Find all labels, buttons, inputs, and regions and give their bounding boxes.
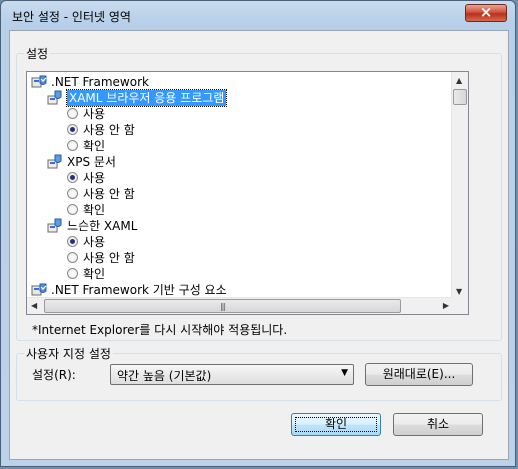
scroll-grip-icon: ||| <box>219 302 226 311</box>
focus-rectangle <box>295 417 377 432</box>
vertical-scrollbar[interactable]: ▲ ▼ <box>451 72 468 299</box>
option-label: 사용 안 함 <box>83 187 135 201</box>
close-icon: × <box>479 3 493 21</box>
radio-unchecked-icon[interactable] <box>67 268 78 279</box>
option-label: 사용 <box>83 107 106 121</box>
chevron-down-icon: ▼ <box>341 368 348 378</box>
radio-checked-icon[interactable] <box>67 172 78 183</box>
restart-note: *Internet Explorer를 다시 시작해야 적용됩니다. <box>32 323 288 337</box>
scroll-up-arrow-icon[interactable]: ▲ <box>456 76 462 85</box>
level-combo-label: 설정(R): <box>32 368 76 382</box>
scroll-left-arrow-icon[interactable]: ◀ <box>31 301 37 310</box>
security-level-value: 약간 높음 (기본값) <box>117 369 212 383</box>
radio-unchecked-icon[interactable] <box>67 140 78 151</box>
security-settings-dialog: 보안 설정 - 인터넷 영역 × 설정 .NET Framework XAML 브… <box>0 0 516 467</box>
dialog-client-area: 설정 .NET Framework XAML 브라우저 응용 프로그램 사용 사용 안… <box>9 30 509 460</box>
horizontal-scroll-thumb[interactable]: ||| <box>44 299 401 313</box>
settings-tree[interactable]: .NET Framework XAML 브라우저 응용 프로그램 사용 사용 안 함확… <box>26 71 469 315</box>
ok-button[interactable]: 확인 <box>291 413 381 436</box>
horizontal-scrollbar[interactable]: ◀ ||| ▶ <box>27 297 453 314</box>
option-label: 사용 <box>83 235 106 249</box>
radio-unchecked-icon[interactable] <box>67 204 78 215</box>
scroll-down-arrow-icon[interactable]: ▼ <box>456 287 462 296</box>
title-bar[interactable]: 보안 설정 - 인터넷 영역 × <box>1 1 515 29</box>
scroll-corner <box>451 297 468 314</box>
settings-group-label: 설정 <box>24 45 51 62</box>
setting-label: XPS 문서 <box>67 155 116 169</box>
vertical-scroll-thumb[interactable] <box>453 89 467 105</box>
security-level-select[interactable]: 약간 높음 (기본값) ▼ <box>110 364 354 385</box>
radio-checked-icon[interactable] <box>67 124 78 135</box>
reset-button[interactable]: 원래대로(E)... <box>365 363 473 386</box>
component-settings-icon <box>31 282 47 298</box>
option-label: 확인 <box>83 267 106 281</box>
window-title: 보안 설정 - 인터넷 영역 <box>12 10 131 24</box>
option-label: 사용 안 함 <box>83 251 135 265</box>
setting-label: XAML 브라우저 응용 프로그램 <box>65 89 228 107</box>
scroll-right-arrow-icon[interactable]: ▶ <box>443 301 449 310</box>
setting-node-icon <box>47 90 63 106</box>
radio-unchecked-icon[interactable] <box>67 108 78 119</box>
cancel-button[interactable]: 취소 <box>393 413 483 436</box>
option-label: 사용 <box>83 171 106 185</box>
option-label: 사용 안 함 <box>83 123 135 137</box>
setting-node-icon <box>47 154 63 170</box>
option-label: 확인 <box>83 139 106 153</box>
radio-unchecked-icon[interactable] <box>67 252 78 263</box>
custom-group-label: 사용자 지정 설정 <box>24 345 113 362</box>
radio-checked-icon[interactable] <box>67 236 78 247</box>
category-label: .NET Framework <box>51 75 149 89</box>
option-label: 확인 <box>83 203 106 217</box>
radio-unchecked-icon[interactable] <box>67 188 78 199</box>
close-button[interactable]: × <box>465 3 507 22</box>
shield-settings-icon <box>31 74 47 90</box>
category-label: .NET Framework 기반 구성 요소 <box>51 283 227 297</box>
setting-node-icon <box>47 218 63 234</box>
setting-label: 느슨한 XAML <box>67 219 138 233</box>
